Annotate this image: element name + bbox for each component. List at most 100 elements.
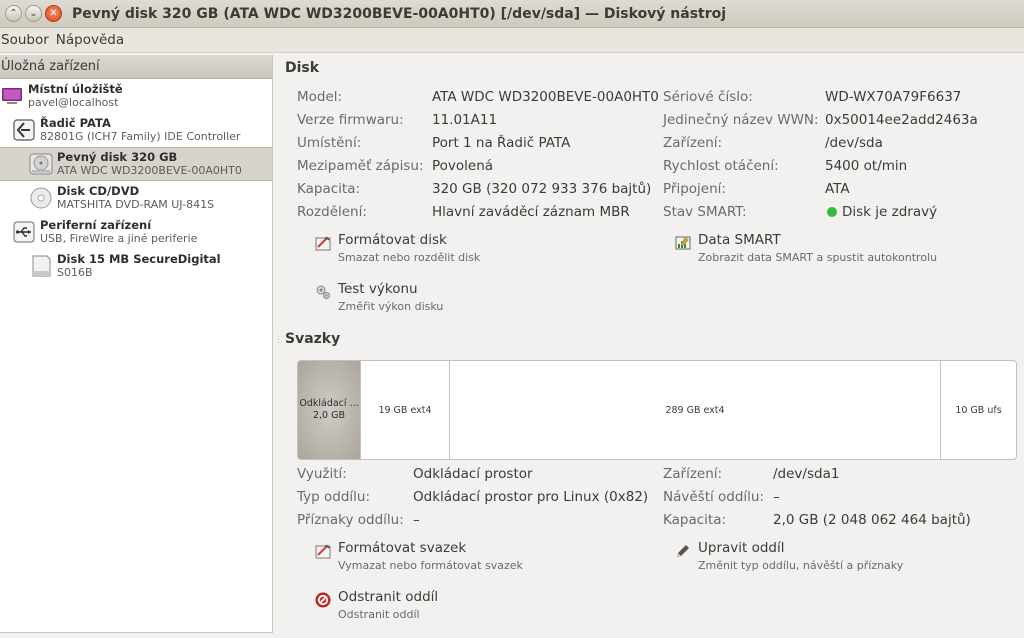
- menu-help[interactable]: Nápověda: [53, 32, 128, 48]
- window-title: Pevný disk 320 GB (ATA WDC WD3200BEVE-00…: [72, 5, 727, 22]
- sidebar-item-sublabel: 82801G (ICH7 Family) IDE Controller: [40, 130, 241, 143]
- disk-firmware-value: 11.01A11: [432, 112, 498, 128]
- partition-segment-ext4-large[interactable]: 289 GB ext4: [450, 361, 941, 459]
- smart-data-icon: [674, 234, 692, 252]
- sidebar-item-sublabel: pavel@localhost: [28, 96, 119, 109]
- details-pane: Disk Model: ATA WDC WD3200BEVE-00A0HT0 V…: [274, 55, 1024, 638]
- disk-wwn-value: 0x50014ee2add2463a: [825, 112, 978, 128]
- format-volume-button[interactable]: Formátovat svazek Vymazat nebo formátova…: [314, 541, 523, 573]
- smart-data-button[interactable]: Data SMART Zobrazit data SMART a spustit…: [674, 233, 937, 265]
- volumes-section-title: Svazky: [285, 331, 341, 347]
- edit-partition-button[interactable]: Upravit oddíl Změnit typ oddílu, návěští…: [674, 541, 903, 573]
- disk-device-label: Zařízení:: [663, 135, 723, 151]
- disk-smart-label: Stav SMART:: [663, 204, 747, 220]
- pencil-icon: [674, 542, 692, 560]
- partition-segment-swap[interactable]: Odkládací ... 2,0 GB: [298, 361, 361, 459]
- volume-device-label: Zařízení:: [663, 466, 723, 482]
- volume-flags-label: Příznaky oddílu:: [297, 512, 404, 528]
- format-disk-button[interactable]: Formátovat disk Smazat nebo rozdělit dis…: [314, 233, 480, 265]
- benchmark-icon: [314, 283, 332, 301]
- disk-model-label: Model:: [297, 89, 343, 105]
- status-ok-icon: [827, 207, 837, 217]
- disk-serial-label: Sériové číslo:: [663, 89, 753, 105]
- volume-usage-value: Odkládací prostor: [413, 466, 533, 482]
- disk-rotation-value: 5400 ot/min: [825, 158, 908, 174]
- disk-device-value: /dev/sda: [825, 135, 883, 151]
- volume-device-value: /dev/sda1: [773, 466, 840, 482]
- volume-type-value: Odkládací prostor pro Linux (0x82): [413, 489, 649, 505]
- format-icon: [314, 234, 332, 252]
- benchmark-label: Test výkonu: [338, 281, 418, 297]
- disk-capacity-value: 320 GB (320 072 933 376 bajtů): [432, 181, 652, 197]
- sidebar-item-sublabel: USB, FireWire a jiné periferie: [40, 232, 198, 245]
- partition-segment-ufs[interactable]: 10 GB ufs: [941, 361, 1016, 459]
- harddisk-icon: [29, 152, 53, 176]
- sidebar-item-local-storage[interactable]: Místní úložiště pavel@localhost: [0, 79, 272, 113]
- close-icon: ✕: [49, 7, 58, 19]
- controller-icon: [12, 118, 36, 142]
- volume-partition-label-label: Návěští oddílu:: [663, 489, 765, 505]
- pane-grip-icon: ⋮: [274, 335, 283, 345]
- usb-icon: [12, 220, 36, 244]
- disk-write-cache-label: Mezipaměť zápisu:: [297, 158, 424, 174]
- title-bar: ⌃ ⌄ ✕ Pevný disk 320 GB (ATA WDC WD3200B…: [0, 0, 1024, 28]
- disk-serial-value: WD-WX70A79F6637: [825, 89, 962, 105]
- sidebar-item-pata-controller[interactable]: Řadič PATA 82801G (ICH7 Family) IDE Cont…: [0, 113, 272, 147]
- close-button[interactable]: ✕: [45, 5, 62, 22]
- disk-model-value: ATA WDC WD3200BEVE-00A0HT0: [432, 89, 659, 105]
- sidebar-item-label: Disk CD/DVD: [57, 184, 140, 198]
- sidebar-item-label: Pevný disk 320 GB: [57, 150, 178, 164]
- sidebar-header: Úložná zařízení: [0, 55, 272, 79]
- benchmark-button[interactable]: Test výkonu Změřit výkon disku: [314, 282, 443, 314]
- disk-connection-value: ATA: [825, 181, 850, 197]
- disk-rotation-label: Rychlost otáčení:: [663, 158, 779, 174]
- minimize-icon: ⌃: [9, 7, 18, 19]
- sidebar-item-label: Disk 15 MB SecureDigital: [57, 252, 221, 266]
- partition-segment-label: 19 GB ext4: [378, 404, 432, 416]
- smart-data-desc: Zobrazit data SMART a spustit autokontro…: [698, 251, 938, 264]
- sidebar-item-cd-dvd[interactable]: Disk CD/DVD MATSHITA DVD-RAM UJ-841S: [0, 181, 272, 215]
- disk-capacity-label: Kapacita:: [297, 181, 361, 197]
- sidebar-item-label: Řadič PATA: [40, 116, 111, 130]
- partition-segment-ext4-small[interactable]: 19 GB ext4: [361, 361, 450, 459]
- window-controls: ⌃ ⌄ ✕: [5, 5, 62, 22]
- disk-wwn-label: Jedinečný název WWN:: [663, 112, 819, 128]
- disk-connection-label: Připojení:: [663, 181, 726, 197]
- sidebar-item-sd-card[interactable]: Disk 15 MB SecureDigital S016B: [0, 249, 272, 283]
- disk-section-title: Disk: [285, 60, 320, 76]
- format-icon: [314, 542, 332, 560]
- menu-file[interactable]: Soubor: [0, 32, 53, 48]
- sidebar-item-sublabel: ATA WDC WD3200BEVE-00A0HT0: [57, 164, 242, 177]
- device-sidebar: Úložná zařízení Místní úložiště pavel@lo…: [0, 55, 273, 633]
- sd-card-icon: [29, 254, 53, 278]
- delete-partition-label: Odstranit oddíl: [338, 589, 439, 605]
- disk-firmware-label: Verze firmwaru:: [297, 112, 404, 128]
- volume-partition-label-value: –: [773, 489, 780, 505]
- sidebar-item-sublabel: S016B: [57, 266, 93, 279]
- format-disk-desc: Smazat nebo rozdělit disk: [338, 251, 481, 264]
- volume-flags-value: –: [413, 512, 420, 528]
- maximize-icon: ⌄: [29, 7, 38, 19]
- sidebar-item-hard-disk[interactable]: Pevný disk 320 GB ATA WDC WD3200BEVE-00A…: [0, 147, 272, 181]
- edit-partition-desc: Změnit typ oddílu, návěští a příznaky: [698, 559, 904, 572]
- volume-capacity-label: Kapacita:: [663, 512, 727, 528]
- delete-partition-button[interactable]: Odstranit oddíl Odstranit oddíl: [314, 590, 438, 622]
- volume-usage-label: Využití:: [297, 466, 347, 482]
- disk-partitioning-label: Rozdělení:: [297, 204, 367, 220]
- disk-write-cache-value: Povolená: [432, 158, 494, 174]
- partition-segment-label: 289 GB ext4: [665, 404, 725, 416]
- maximize-button[interactable]: ⌄: [25, 5, 42, 22]
- sidebar-item-peripherals[interactable]: Periferní zařízení USB, FireWire a jiné …: [0, 215, 272, 249]
- disk-smart-status: Disk je zdravý: [827, 204, 937, 220]
- partition-segment-label: 10 GB ufs: [955, 404, 1002, 416]
- minimize-button[interactable]: ⌃: [5, 5, 22, 22]
- volume-type-label: Typ oddílu:: [297, 489, 370, 505]
- partition-map: Odkládací ... 2,0 GB 19 GB ext4 289 GB ex…: [297, 360, 1017, 460]
- format-volume-desc: Vymazat nebo formátovat svazek: [338, 559, 523, 572]
- format-volume-label: Formátovat svazek: [338, 540, 467, 556]
- disk-location-label: Umístění:: [297, 135, 362, 151]
- computer-icon: [0, 84, 24, 108]
- benchmark-desc: Změřit výkon disku: [338, 300, 444, 313]
- delete-icon: [314, 591, 332, 609]
- optical-disc-icon: [29, 186, 53, 210]
